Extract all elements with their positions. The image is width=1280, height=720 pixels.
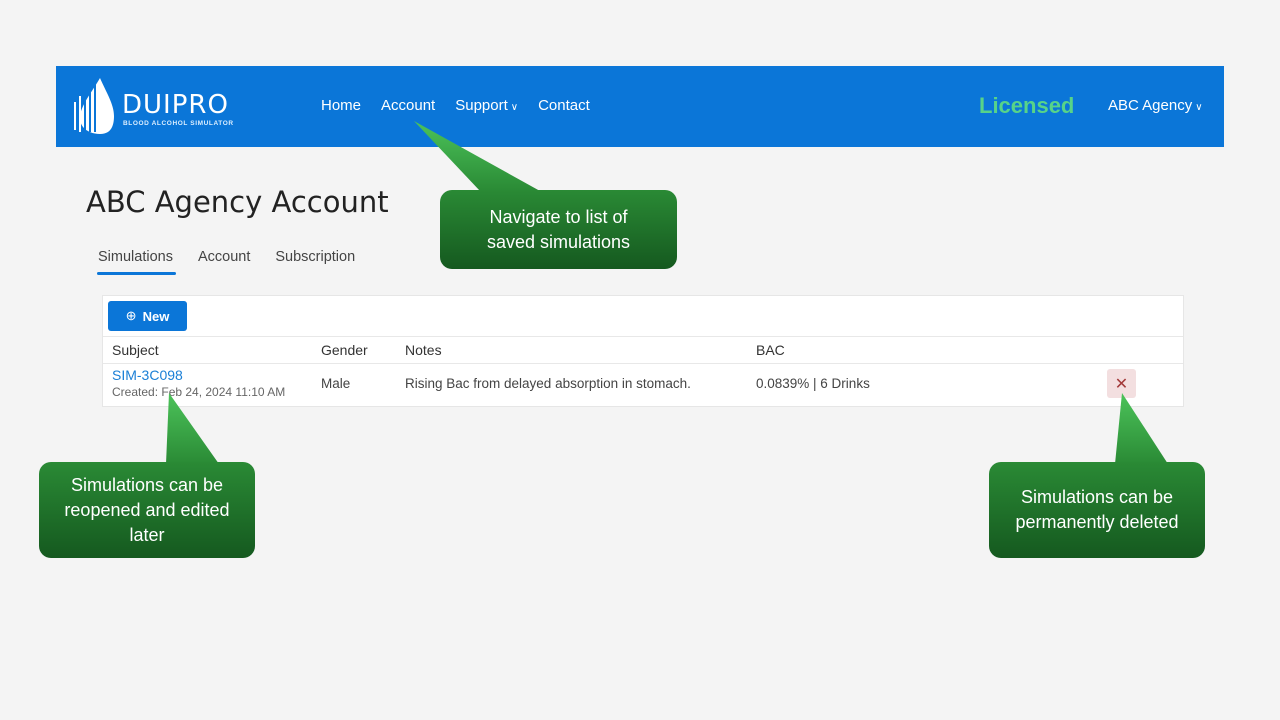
- callout-reopen: Simulations can be reopened and edited l…: [39, 462, 255, 558]
- callout-delete-text: Simulations can be permanently deleted: [1015, 487, 1179, 532]
- callout-pointer-delete: [1115, 393, 1168, 464]
- callout-pointer-reopen: [166, 393, 219, 464]
- callout-navigate: Navigate to list of saved simulations: [440, 190, 677, 269]
- callout-pointer-nav: [414, 121, 540, 191]
- callout-delete: Simulations can be permanently deleted: [989, 462, 1205, 558]
- callout-navigate-text: Navigate to list of saved simulations: [486, 206, 631, 252]
- callout-reopen-text: Simulations can be reopened and edited l…: [64, 474, 230, 545]
- callout-pointers: [166, 121, 1168, 464]
